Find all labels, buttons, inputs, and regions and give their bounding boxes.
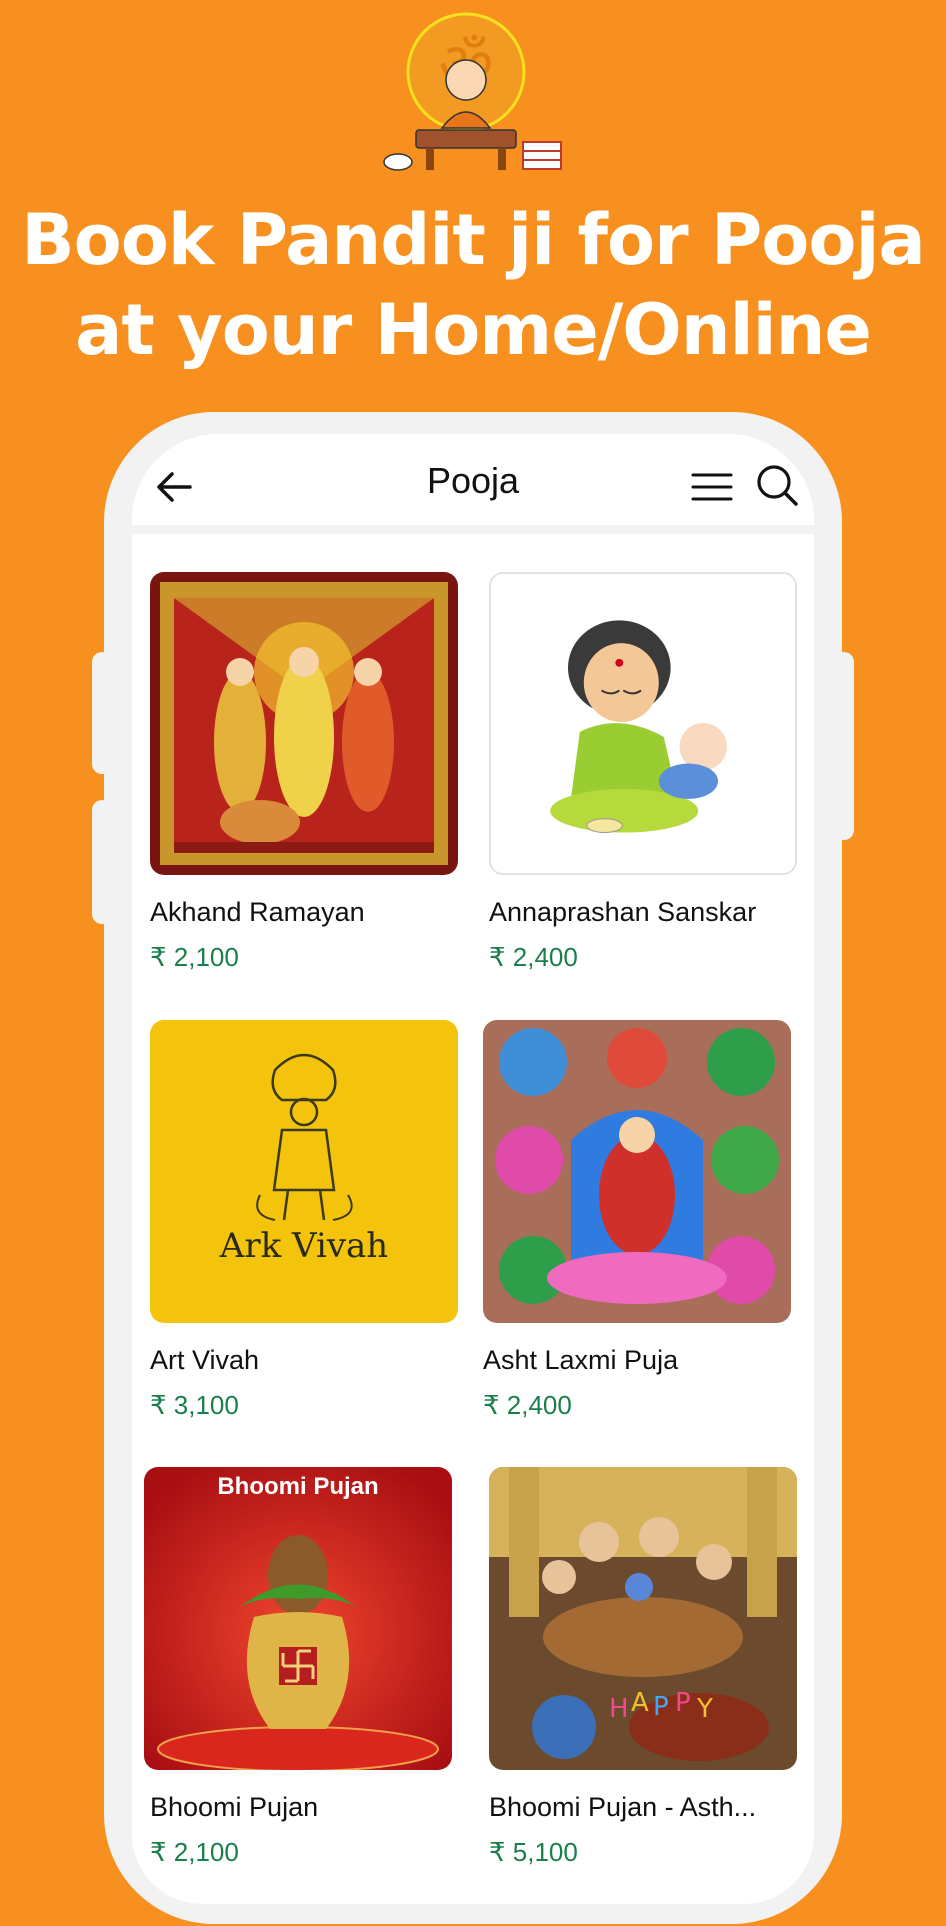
pooja-name: Bhoomi Pujan - Asth...: [489, 1792, 757, 1822]
search-icon[interactable]: [752, 460, 802, 510]
svg-text:H: H: [609, 1694, 629, 1724]
pooja-name: Asht Laxmi Puja: [483, 1345, 679, 1375]
pandit-logo: ॐ: [383, 12, 562, 171]
pooja-name: Akhand Ramayan: [150, 897, 365, 927]
app-screen: Pooja Akhand Ramayan ₹ 2,100 Annaprashan…: [132, 434, 814, 1904]
pooja-name: Bhoomi Pujan: [150, 1792, 319, 1822]
headline: Book Pandit ji for Pooja at your Home/On…: [0, 195, 946, 375]
pooja-image: Ark Vivah: [150, 1020, 458, 1323]
pooja-card[interactable]: Bhoomi Pujan Bhoomi Pujan ₹ 2,100: [144, 1467, 456, 1868]
svg-text:Y: Y: [696, 1694, 713, 1724]
pooja-image: [483, 1020, 791, 1323]
pooja-card[interactable]: Akhand Ramayan ₹ 2,100: [150, 572, 462, 973]
svg-text:A: A: [631, 1688, 649, 1718]
pooja-image: Bhoomi Pujan: [144, 1467, 452, 1770]
pooja-image: [489, 572, 797, 875]
pooja-name: Annaprashan Sanskar: [489, 897, 757, 927]
pooja-price: ₹ 2,400: [483, 1390, 572, 1420]
svg-text:P: P: [675, 1688, 691, 1718]
pooja-price: ₹ 2,100: [150, 1837, 239, 1867]
menu-icon[interactable]: [687, 462, 737, 512]
pooja-image-caption: Ark Vivah: [219, 1226, 389, 1266]
pooja-card[interactable]: Ark Vivah Art Vivah ₹ 3,100: [150, 1020, 462, 1421]
pooja-image-caption: Bhoomi Pujan: [217, 1473, 379, 1500]
pooja-price: ₹ 2,400: [489, 942, 578, 972]
pooja-card[interactable]: Annaprashan Sanskar ₹ 2,400: [489, 572, 801, 973]
headline-line1: Book Pandit ji for Pooja: [21, 199, 925, 281]
headline-line2: at your Home/Online: [75, 289, 872, 371]
pooja-price: ₹ 2,100: [150, 942, 239, 972]
pooja-image: H A P P Y: [489, 1467, 797, 1770]
pooja-price: ₹ 3,100: [150, 1390, 239, 1420]
svg-text:P: P: [653, 1692, 669, 1722]
app-header: Pooja: [132, 434, 814, 534]
pooja-card[interactable]: H A P P Y Bhoomi Pujan - Asth... ₹ 5,100: [489, 1467, 801, 1868]
pooja-card[interactable]: Asht Laxmi Puja ₹ 2,400: [483, 1020, 795, 1421]
pooja-image: [150, 572, 458, 875]
pooja-price: ₹ 5,100: [489, 1837, 578, 1867]
pooja-name: Art Vivah: [150, 1345, 260, 1375]
